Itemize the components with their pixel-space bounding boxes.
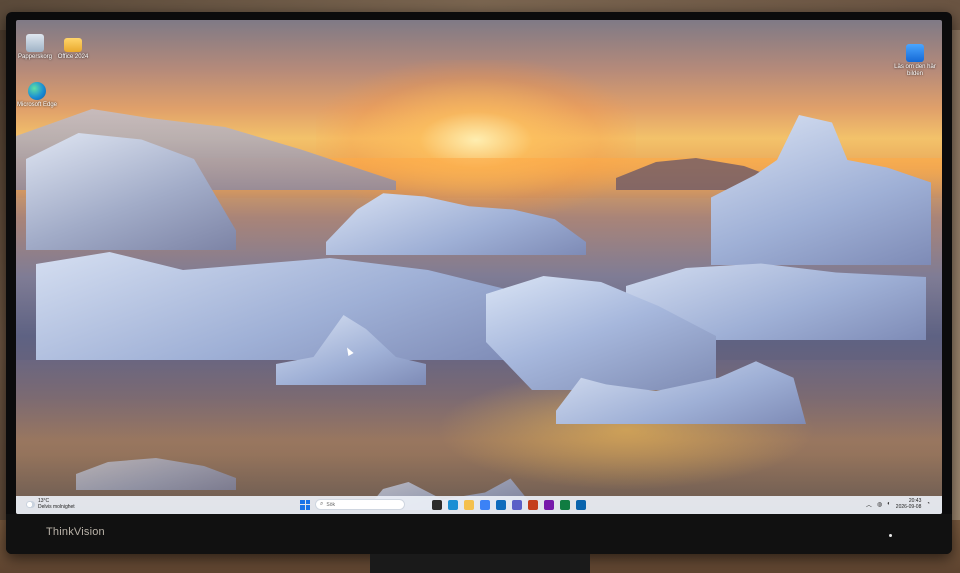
windows-logo-icon [305, 499, 310, 504]
weather-text: 13°C Delvis molnighet [38, 498, 75, 510]
taskbar-app-powerpoint-icon[interactable] [528, 499, 538, 510]
desktop-icon-edge[interactable]: Microsoft Edge [16, 82, 60, 109]
taskbar-apps [432, 499, 586, 510]
weather-widget[interactable]: 13°C Delvis molnighet [26, 498, 75, 510]
monitor-stand [370, 554, 590, 573]
power-led-icon [889, 534, 892, 537]
search-placeholder: Sök [326, 501, 335, 508]
windows-logo-icon [300, 499, 305, 504]
desktop-icon-label: Office 2024 [57, 54, 89, 60]
taskbar-center: ⌕ Sök [300, 499, 586, 510]
search-icon: ⌕ [320, 501, 324, 507]
desktop-icon-spotlight[interactable]: Läs om den här bilden [892, 44, 938, 78]
recycle-bin-icon [26, 34, 44, 52]
taskbar-app-excel-icon[interactable] [560, 499, 570, 510]
windows-logo-icon [300, 505, 305, 510]
cloud-icon [26, 500, 35, 508]
taskbar-app-edge-icon[interactable] [448, 499, 458, 510]
taskbar-app-onenote-icon[interactable] [544, 499, 554, 510]
taskbar-app-teams-icon[interactable] [512, 499, 522, 510]
search-input[interactable]: ⌕ Sök [315, 499, 405, 510]
iceberg [36, 252, 526, 360]
notification-bell-icon[interactable]: ◔ [926, 501, 930, 507]
taskbar: 13°C Delvis molnighet ⌕ Sök ︿ ◍ ◐ 20:43 … [16, 496, 942, 514]
desktop-icon-folder[interactable]: Office 2024 [50, 34, 96, 61]
chevron-up-icon[interactable]: ︿ [866, 500, 872, 509]
start-button[interactable] [300, 499, 310, 510]
spotlight-icon [906, 44, 924, 62]
monitor-brand-logo: ThinkVision [46, 526, 105, 538]
weather-condition: Delvis molnighet [38, 504, 75, 510]
taskbar-app-mail-icon[interactable] [496, 499, 506, 510]
desktop-icon-label: Microsoft Edge [16, 102, 58, 108]
desktop-screen: Papperskorg Office 2024 Microsoft Edge L… [16, 20, 942, 514]
network-icon[interactable]: ◍ [877, 501, 882, 508]
desktop-icon-label: Papperskorg [17, 54, 53, 60]
folder-icon [64, 38, 82, 52]
volume-icon[interactable]: ◐ [887, 501, 891, 507]
monitor: Papperskorg Office 2024 Microsoft Edge L… [6, 12, 952, 554]
clock-date: 2026-09-08 [895, 504, 922, 510]
iceberg [711, 115, 931, 265]
edge-icon [28, 82, 46, 100]
taskbar-app-outlook-icon[interactable] [576, 499, 586, 510]
windows-logo-icon [305, 505, 310, 510]
taskbar-app-store-icon[interactable] [480, 499, 490, 510]
taskbar-app-file-explorer-icon[interactable] [464, 499, 474, 510]
taskbar-app-task-view-icon[interactable] [432, 499, 442, 510]
desktop-icon-label: Läs om den här bilden [894, 64, 936, 77]
monitor-bezel: ThinkVision [6, 514, 952, 554]
system-tray: ︿ ◍ ◐ 20:43 2026-09-08 ◔ [866, 498, 930, 510]
clock[interactable]: 20:43 2026-09-08 [896, 498, 922, 510]
